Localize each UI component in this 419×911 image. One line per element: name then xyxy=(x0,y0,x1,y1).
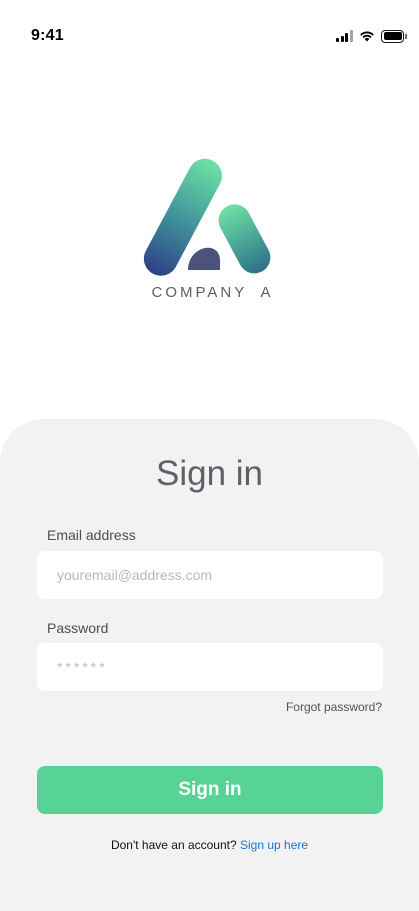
forgot-password-link[interactable]: Forgot password? xyxy=(286,700,382,714)
status-bar: 9:41 xyxy=(0,0,419,60)
wifi-icon xyxy=(360,31,374,42)
logo-mark-icon xyxy=(143,158,271,276)
company-logo xyxy=(140,155,280,280)
battery-icon xyxy=(381,29,407,43)
company-name: COMPANY A xyxy=(151,284,274,301)
sign-up-link[interactable]: Sign up here xyxy=(240,838,308,852)
email-field[interactable] xyxy=(37,551,383,599)
email-label: Email address xyxy=(47,527,136,543)
password-field[interactable] xyxy=(37,643,383,691)
status-icons xyxy=(336,29,407,43)
sign-in-screen: 9:41 COMPANY A Sign in Email address you… xyxy=(0,0,419,911)
password-label: Password xyxy=(47,620,109,636)
no-account-text: Don't have an account? xyxy=(110,838,237,852)
status-time: 9:41 xyxy=(31,27,64,44)
sign-in-button[interactable]: Sign in xyxy=(37,766,383,814)
signup-prompt: Don't have an account? Sign up here xyxy=(0,838,419,852)
cellular-signal-icon xyxy=(336,30,353,42)
page-title: Sign in xyxy=(155,454,264,493)
